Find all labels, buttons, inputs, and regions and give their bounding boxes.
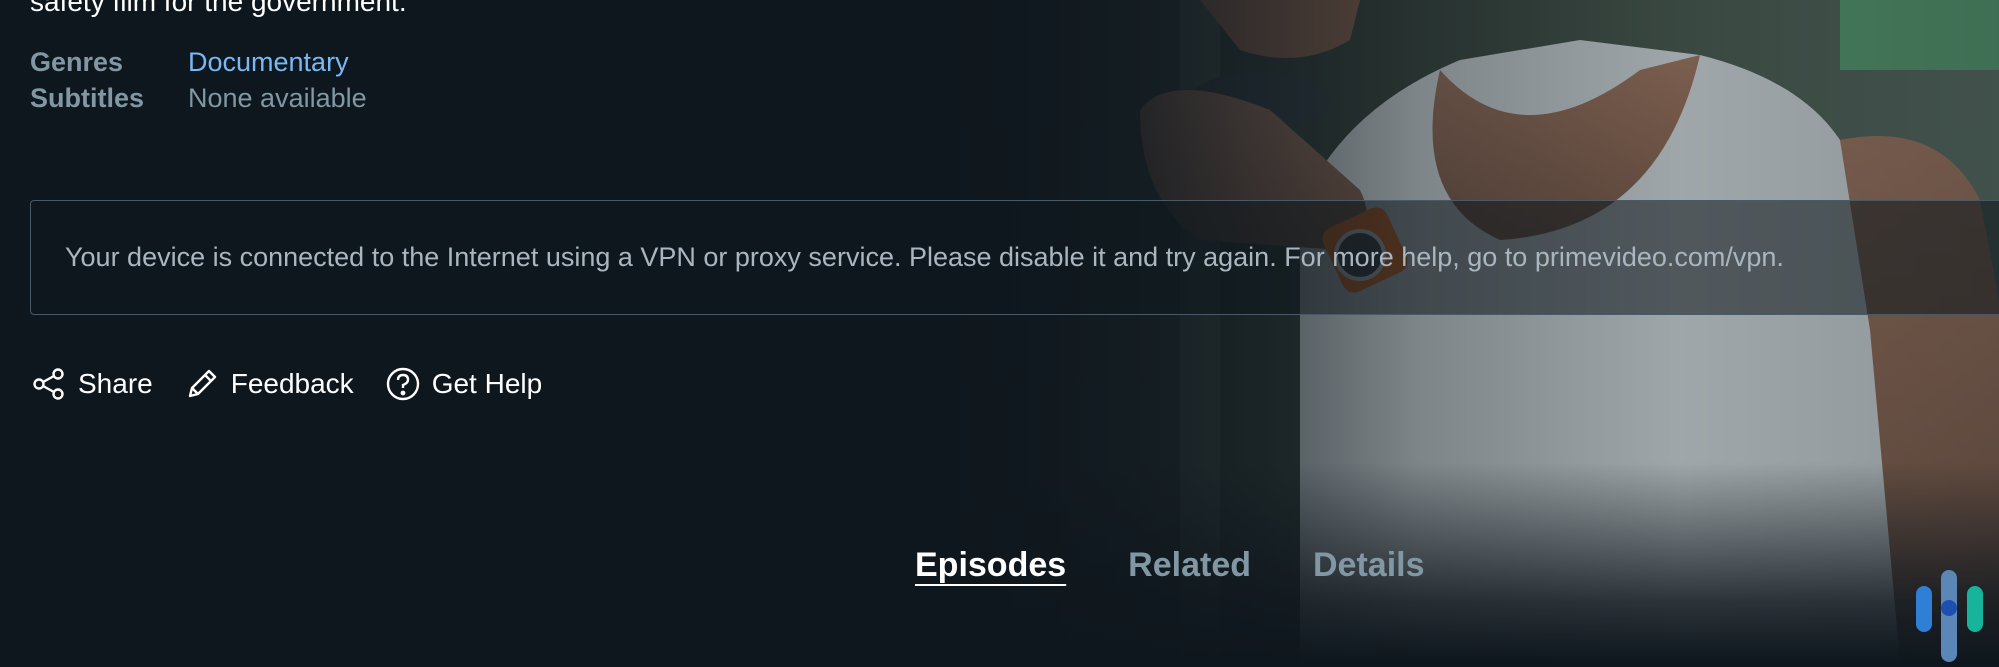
share-icon [30,365,68,403]
share-label: Share [78,368,153,399]
subtitles-value: None available [188,83,367,113]
get-help-label: Get Help [431,368,543,399]
vpn-warning-message: Your device is connected to the Internet… [30,200,1999,315]
feedback-label: Feedback [230,368,354,399]
metadata-list: Genres Documentary Subtitles None availa… [30,44,367,116]
synopsis-text: safety film for the government. [30,0,407,17]
genres-row: Genres Documentary [30,44,367,80]
genres-label: Genres [30,47,124,77]
content-tabs: Episodes Related Details [915,546,1487,591]
genre-link-documentary[interactable]: Documentary [188,44,349,80]
get-help-button[interactable]: Get Help [384,365,543,403]
share-button[interactable]: Share [30,365,153,403]
help-circle-icon [384,365,422,403]
vpn-warning-text: Your device is connected to the Internet… [65,242,1784,272]
tab-details[interactable]: Details [1313,546,1425,591]
pencil-icon [183,365,221,403]
tab-episodes[interactable]: Episodes [915,546,1066,591]
action-bar: Share Feedback Get Help [30,365,572,403]
tab-related[interactable]: Related [1128,546,1251,591]
watermark-logo [1912,570,1987,662]
subtitles-label: Subtitles [30,83,145,113]
feedback-button[interactable]: Feedback [183,365,354,403]
subtitles-row: Subtitles None available [30,80,367,116]
